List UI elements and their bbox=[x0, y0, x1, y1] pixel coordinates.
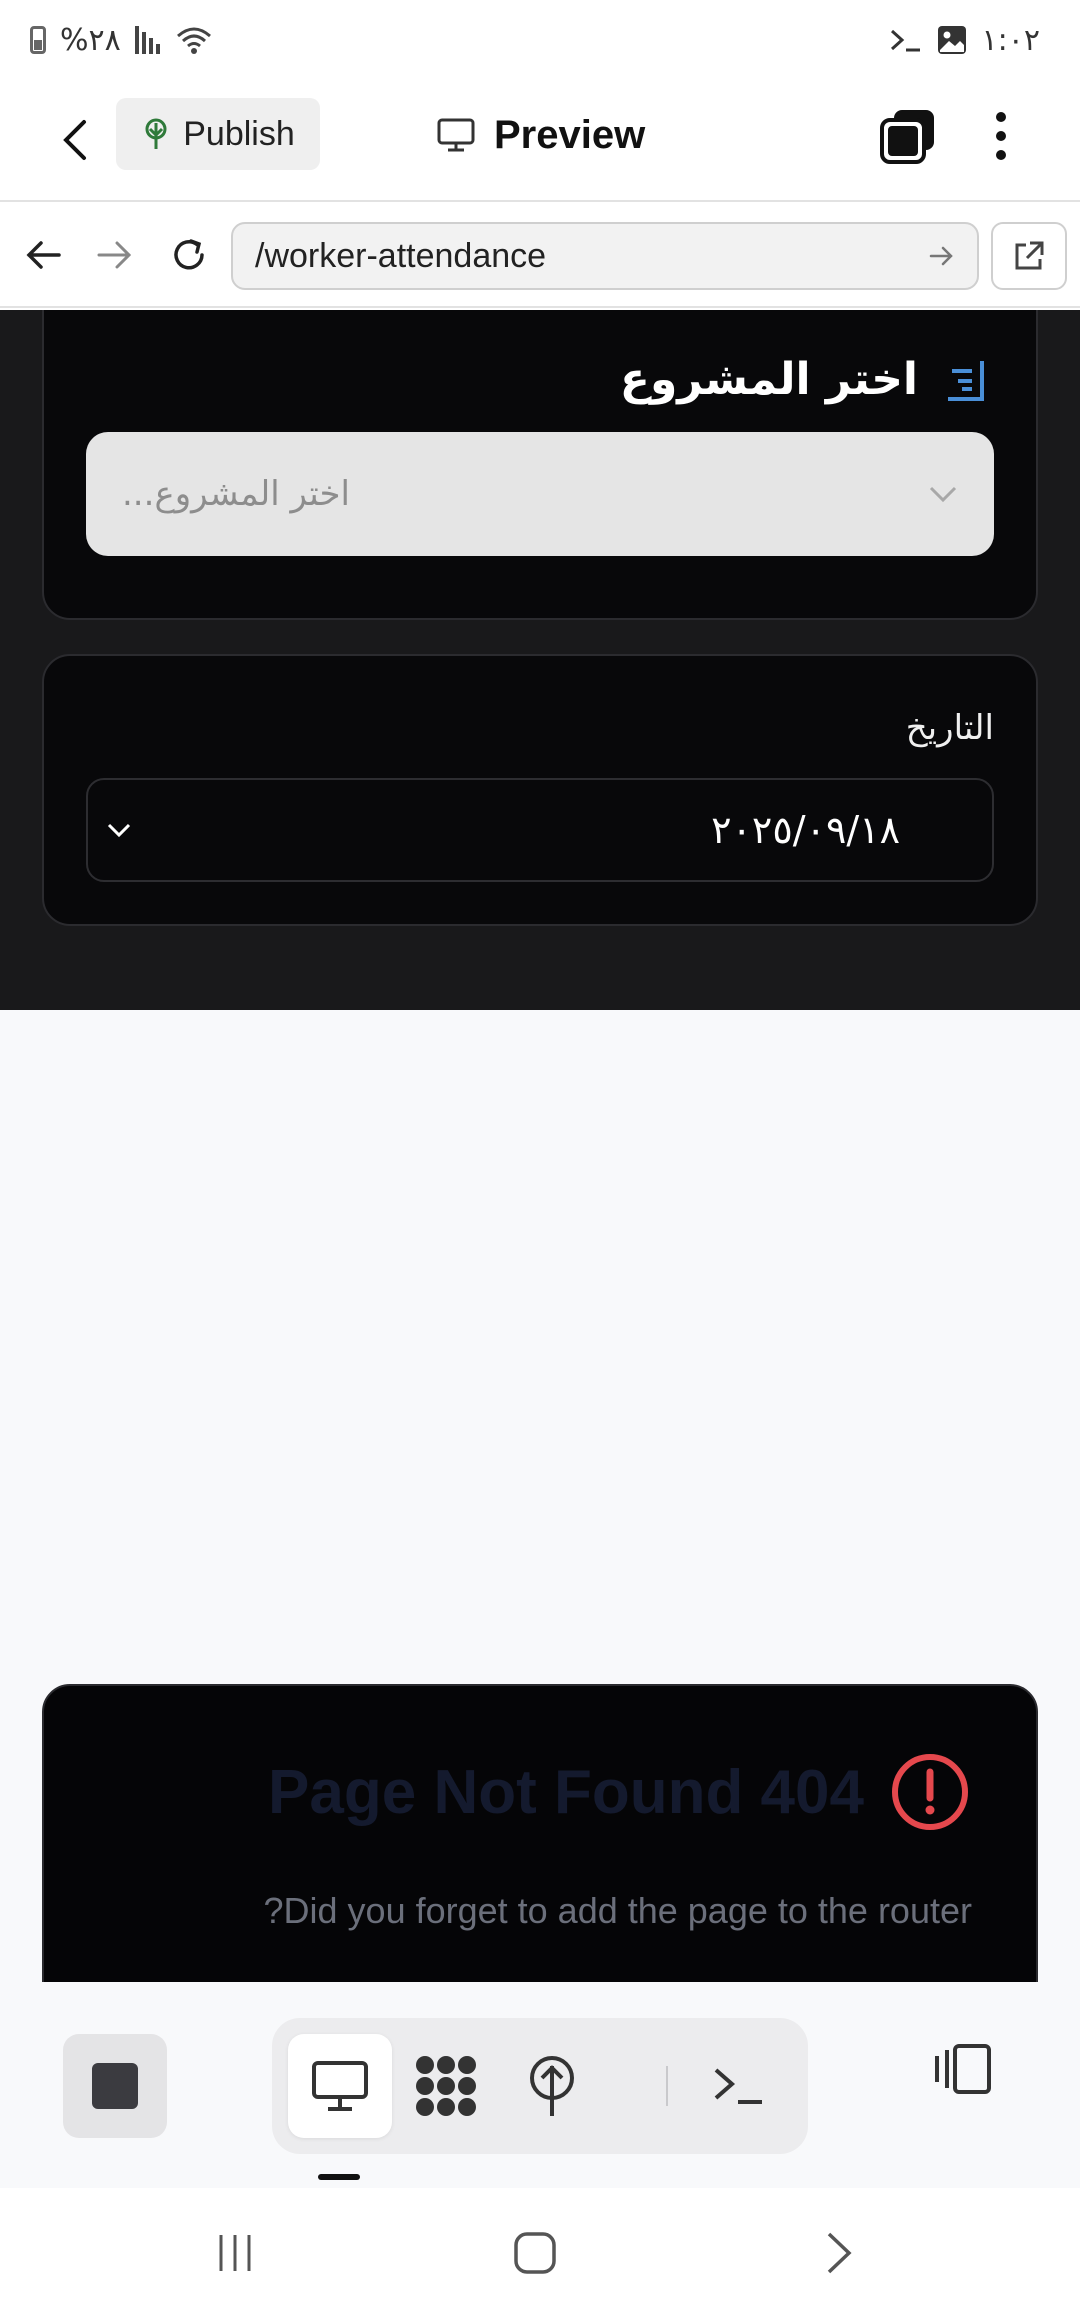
preview-label: Preview bbox=[494, 112, 646, 157]
publish-label: Publish bbox=[183, 114, 295, 153]
not-found-subtitle: ?Did you forget to add the page to the r… bbox=[263, 1890, 973, 1931]
preview-title: Preview bbox=[436, 104, 645, 166]
external-link-icon bbox=[1015, 241, 1044, 270]
publish-tree-icon bbox=[530, 2056, 574, 2116]
status-bar: %٢٨ ١:٠٢ bbox=[0, 0, 1080, 80]
signal-icon bbox=[134, 26, 160, 54]
list-tree-icon bbox=[948, 360, 984, 401]
publish-button[interactable]: Publish bbox=[116, 98, 320, 170]
arrow-right-icon bbox=[97, 241, 132, 269]
reload-icon bbox=[174, 239, 204, 270]
chevron-left-icon bbox=[63, 120, 86, 160]
recent-apps-button[interactable] bbox=[200, 2218, 270, 2288]
project-select-placeholder: ...اختر المشروع bbox=[122, 474, 350, 514]
preview-canvas: Page Not Found 404 ?Did you forget to ad… bbox=[0, 1010, 1080, 1982]
clock: ١:٠٢ bbox=[981, 22, 1040, 58]
url-text: /worker-attendance bbox=[255, 236, 547, 275]
battery-icon bbox=[30, 26, 46, 54]
status-left: %٢٨ bbox=[30, 23, 214, 58]
not-found-header: Page Not Found 404 bbox=[268, 1752, 970, 1832]
tool-deploy[interactable] bbox=[500, 2034, 604, 2138]
active-tab-indicator bbox=[318, 2174, 360, 2180]
app-header: Publish Preview bbox=[0, 80, 1080, 202]
toolbar-divider bbox=[666, 2066, 668, 2106]
system-nav-bar bbox=[0, 2188, 1080, 2316]
terminal-icon bbox=[890, 29, 920, 52]
project-card: اختر المشروع ...اختر المشروع bbox=[42, 310, 1038, 620]
chevron-down-icon bbox=[929, 486, 957, 503]
project-select[interactable]: ...اختر المشروع bbox=[86, 432, 994, 556]
alert-circle-icon bbox=[892, 1754, 968, 1830]
not-found-card: Page Not Found 404 ?Did you forget to ad… bbox=[42, 1684, 1038, 1982]
dark-content-area: اختر المشروع ...اختر المشروع التاريخ ٢٠٢… bbox=[0, 310, 1080, 1010]
more-menu-button[interactable] bbox=[984, 106, 1018, 166]
tool-integrations[interactable] bbox=[394, 2034, 498, 2138]
not-found-title: Page Not Found 404 bbox=[268, 1757, 864, 1827]
url-input[interactable]: /worker-attendance bbox=[231, 222, 979, 290]
nav-back-button[interactable] bbox=[18, 230, 68, 280]
kebab-dot bbox=[996, 131, 1006, 141]
open-external-button[interactable] bbox=[991, 222, 1067, 290]
date-picker[interactable]: ٢٠٢٥/٠٩/١٨ bbox=[86, 778, 994, 882]
project-card-title: اختر المشروع bbox=[619, 354, 918, 405]
date-card: التاريخ ٢٠٢٥/٠٩/١٨ bbox=[42, 654, 1038, 926]
stacked-squares-icon bbox=[880, 110, 934, 164]
tool-console[interactable] bbox=[686, 2034, 790, 2138]
status-right: ١:٠٢ bbox=[888, 23, 1040, 58]
date-value: ٢٠٢٥/٠٩/١٨ bbox=[711, 808, 900, 852]
chevron-down-icon bbox=[107, 823, 131, 838]
kebab-dot bbox=[996, 112, 1006, 122]
system-back-button[interactable] bbox=[804, 2218, 874, 2288]
view-mode-group bbox=[272, 2018, 808, 2154]
go-arrow-icon[interactable] bbox=[929, 245, 955, 267]
bottom-toolbar bbox=[0, 1982, 1080, 2188]
url-row: /worker-attendance bbox=[0, 204, 1080, 308]
publish-tree-icon bbox=[145, 118, 167, 149]
dots-grid-icon bbox=[416, 2056, 476, 2116]
back-button[interactable] bbox=[50, 110, 100, 170]
reload-button[interactable] bbox=[164, 230, 214, 280]
kebab-dot bbox=[996, 150, 1006, 160]
terminal-icon bbox=[714, 2068, 762, 2104]
home-button[interactable] bbox=[500, 2218, 570, 2288]
arrow-left-icon bbox=[26, 241, 61, 269]
tabs-button[interactable] bbox=[878, 106, 938, 166]
monitor-icon bbox=[437, 118, 475, 152]
stop-button[interactable] bbox=[63, 2034, 167, 2138]
project-card-header: اختر المشروع bbox=[620, 354, 990, 405]
wifi-icon bbox=[176, 27, 211, 54]
date-label: التاريخ bbox=[905, 708, 994, 748]
chevron-right-icon bbox=[827, 2232, 852, 2274]
toggle-panel-button[interactable] bbox=[928, 2034, 998, 2104]
nav-forward-button[interactable] bbox=[90, 230, 140, 280]
panel-layout-icon bbox=[935, 2044, 991, 2094]
home-icon bbox=[514, 2232, 556, 2274]
battery-percent: %٢٨ bbox=[60, 22, 121, 58]
monitor-icon bbox=[312, 2061, 368, 2111]
gallery-icon bbox=[937, 26, 966, 54]
recent-apps-icon bbox=[219, 2235, 251, 2271]
tool-preview[interactable] bbox=[288, 2034, 392, 2138]
stop-icon bbox=[92, 2063, 138, 2109]
